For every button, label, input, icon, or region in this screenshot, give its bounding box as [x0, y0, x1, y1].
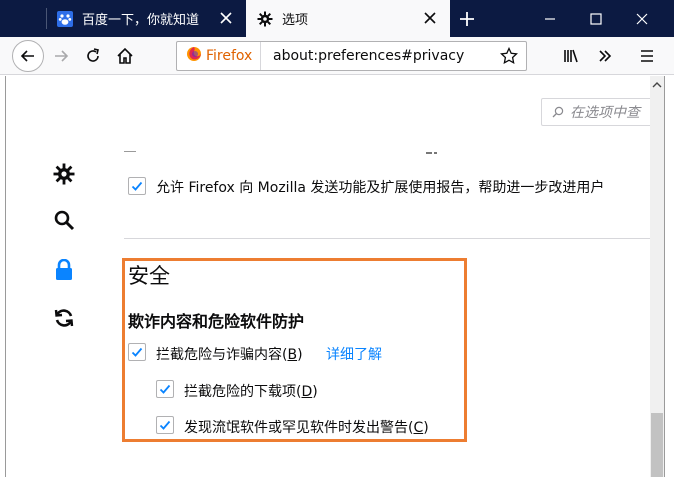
maximize-icon	[590, 12, 602, 25]
clipped-text-fragment	[124, 146, 136, 152]
close-icon	[636, 13, 648, 24]
back-button[interactable]	[12, 40, 44, 72]
bookmark-star-icon[interactable]	[500, 47, 518, 65]
forward-arrow-icon	[55, 50, 69, 62]
hamburger-icon	[641, 50, 653, 62]
tab-baidu[interactable]: 百度一下，你就知道	[46, 0, 246, 37]
search-placeholder: 在选项中查	[570, 105, 640, 121]
firefox-logo-icon	[186, 46, 202, 66]
section-separator	[124, 238, 650, 239]
tab-options[interactable]: 选项	[246, 0, 450, 37]
new-tab-button[interactable]	[456, 8, 478, 30]
url-text[interactable]: about:preferences#privacy	[273, 48, 464, 64]
overflow-button[interactable]	[590, 41, 620, 71]
minimize-icon	[545, 17, 555, 20]
minimize-button[interactable]	[528, 0, 572, 37]
forward-button[interactable]	[46, 41, 76, 71]
home-icon	[117, 47, 133, 64]
close-tab-icon[interactable]	[422, 10, 438, 26]
title-bar: 百度一下，你就知道 选项	[0, 0, 674, 37]
preferences-search[interactable]: 在选项中查	[541, 98, 650, 126]
search-icon	[552, 103, 564, 122]
chevron-double-right-icon	[599, 50, 612, 62]
close-tab-icon[interactable]	[218, 10, 234, 26]
nav-toolbar: Firefox about:preferences#privacy	[0, 37, 674, 75]
identity-box[interactable]: Firefox	[177, 42, 262, 70]
scroll-thumb[interactable]	[651, 413, 663, 477]
checkmark-icon	[131, 181, 143, 191]
scroll-up-arrow-icon[interactable]	[650, 78, 664, 92]
menu-button[interactable]	[632, 41, 662, 71]
preferences-content: 在选项中查 允许 Firefox 向 Mozilla 发送功能及扩展使用报告，帮…	[6, 76, 650, 477]
clipped-text-fragment	[426, 152, 432, 154]
tab-title: 选项	[282, 13, 309, 28]
category-general-gear-icon[interactable]	[50, 160, 78, 188]
category-privacy-lock-icon[interactable]	[50, 256, 78, 284]
url-bar[interactable]: Firefox about:preferences#privacy	[176, 41, 527, 71]
library-button[interactable]	[556, 41, 586, 71]
plus-icon	[460, 12, 474, 26]
clipped-text-fragment	[434, 152, 437, 154]
telemetry-label: 允许 Firefox 向 Mozilla 发送功能及扩展使用报告，帮助进一步改进…	[156, 180, 605, 196]
library-icon	[564, 49, 578, 63]
baidu-paw-icon	[56, 10, 74, 28]
identity-label: Firefox	[206, 48, 253, 64]
category-sync-icon[interactable]	[50, 304, 78, 332]
orange-highlight-box	[122, 258, 467, 442]
gear-icon	[256, 10, 274, 28]
vertical-scrollbar[interactable]	[650, 76, 664, 477]
maximize-button[interactable]	[574, 0, 618, 37]
home-button[interactable]	[110, 41, 140, 71]
tab-title: 百度一下，你就知道	[82, 13, 200, 28]
window-right-edge	[664, 76, 674, 477]
close-window-button[interactable]	[620, 0, 664, 37]
category-search-icon[interactable]	[50, 206, 78, 234]
reload-icon	[87, 48, 99, 62]
back-arrow-icon	[20, 50, 34, 62]
telemetry-checkbox[interactable]	[128, 177, 146, 195]
reload-button[interactable]	[78, 41, 108, 71]
